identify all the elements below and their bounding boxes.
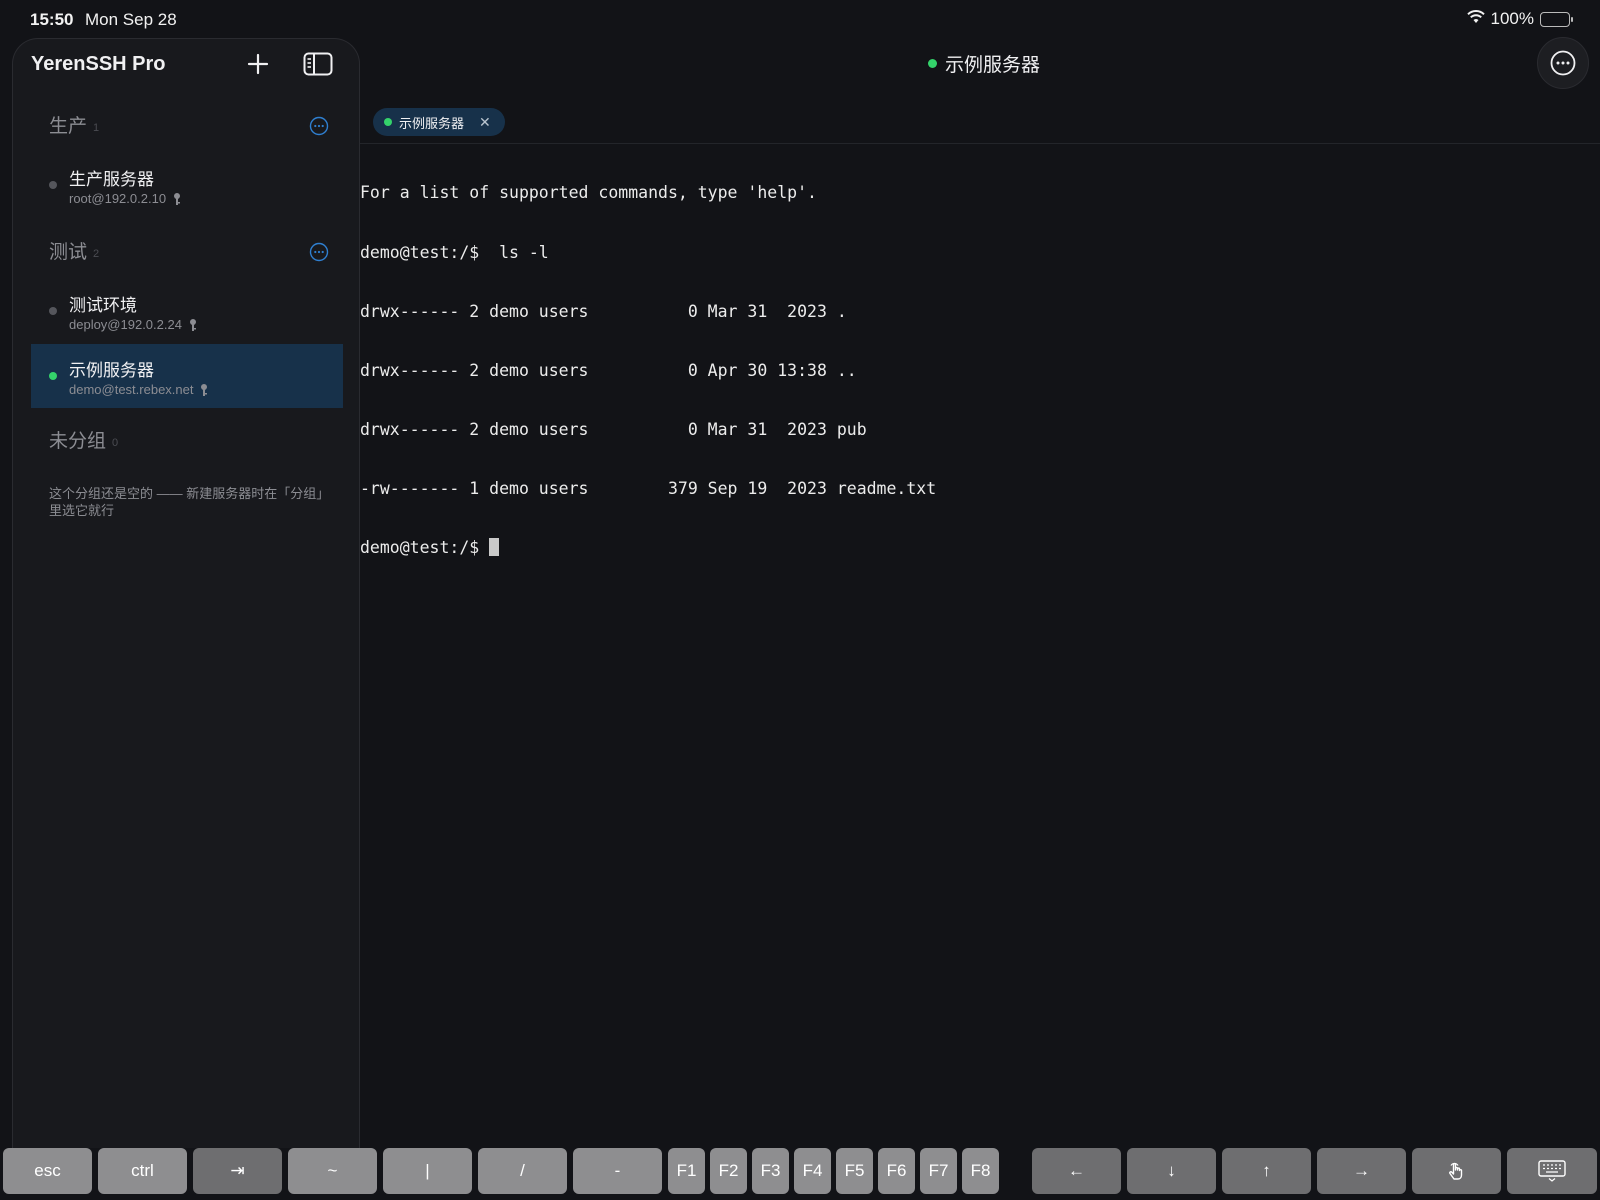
key-icon: [201, 383, 208, 396]
group-header-testing[interactable]: 测试 2: [49, 237, 329, 267]
key-arrow-left[interactable]: ←: [1032, 1148, 1121, 1194]
status-dot: [49, 307, 57, 315]
close-icon[interactable]: ✕: [479, 114, 491, 131]
group-count: 1: [93, 121, 100, 134]
key-f1[interactable]: F1: [668, 1148, 705, 1194]
server-item-selected[interactable]: 示例服务器 demo@test.rebex.net: [31, 344, 343, 408]
empty-group-note: 这个分组还是空的 —— 新建服务器时在「分组」里选它就行: [49, 486, 323, 518]
group-more-icon[interactable]: [309, 242, 329, 262]
terminal-prompt-line: demo@test:/$: [360, 537, 1600, 558]
key-ctrl[interactable]: ctrl: [98, 1148, 187, 1194]
group-name: 测试: [49, 242, 88, 263]
key-icon: [174, 192, 181, 205]
server-address: root@192.0.2.10: [69, 191, 167, 206]
group-header-production[interactable]: 生产 1: [49, 111, 329, 141]
app-root: 15:50 Mon Sep 28 100% YerenSSH Pro 生产 1: [0, 0, 1600, 1200]
terminal-line: drwx------ 2 demo users 0 Mar 31 2023 .: [360, 301, 847, 321]
toggle-sidebar-button[interactable]: [301, 49, 335, 79]
server-name: 测试环境: [69, 296, 137, 315]
group-count: 2: [93, 247, 100, 260]
ellipsis-circle-icon: [1550, 50, 1576, 76]
status-bar: 15:50 Mon Sep 28 100%: [0, 0, 1600, 38]
key-f2[interactable]: F2: [710, 1148, 747, 1194]
server-address-row: demo@test.rebex.net: [69, 382, 209, 397]
status-dot-online: [928, 59, 937, 68]
server-address-row: deploy@192.0.2.24: [69, 317, 198, 332]
battery-percent: 100%: [1490, 9, 1534, 28]
server-item[interactable]: 生产服务器 root@192.0.2.10: [31, 153, 343, 217]
sidebar-toggle-icon: [303, 52, 333, 76]
add-server-button[interactable]: [241, 49, 275, 79]
server-name: 生产服务器: [69, 170, 154, 189]
wifi-icon: [1466, 9, 1485, 29]
key-dash[interactable]: -: [573, 1148, 662, 1194]
status-right: 100%: [1466, 9, 1573, 29]
terminal-line: demo@test:/$ ls -l: [360, 242, 549, 262]
group-more-icon[interactable]: [309, 116, 329, 136]
key-tab[interactable]: ⇥: [193, 1148, 282, 1194]
group-header-ungrouped[interactable]: 未分组 0: [49, 426, 329, 456]
group-name: 生产: [49, 116, 88, 137]
key-pipe[interactable]: |: [383, 1148, 472, 1194]
server-address: deploy@192.0.2.24: [69, 317, 182, 332]
hand-pointer-icon: [1448, 1162, 1462, 1180]
status-dot-online: [49, 372, 57, 380]
plus-icon: [247, 53, 269, 75]
key-f6[interactable]: F6: [878, 1148, 915, 1194]
keyboard-icon: [1538, 1160, 1566, 1182]
terminal-line: -rw------- 1 demo users 379 Sep 19 2023 …: [360, 478, 937, 498]
key-f5[interactable]: F5: [836, 1148, 873, 1194]
status-dot-online: [384, 118, 392, 126]
sidebar: YerenSSH Pro 生产 1 生产服务器 root@192.0.2.10: [12, 38, 360, 1148]
group-name: 未分组: [49, 431, 107, 452]
key-arrow-up[interactable]: ↑: [1222, 1148, 1311, 1194]
group-count: 0: [112, 436, 119, 449]
hide-keyboard-button[interactable]: [1507, 1148, 1597, 1194]
terminal-line: For a list of supported commands, type '…: [360, 183, 817, 203]
keyboard-accessory-bar: esc ctrl ⇥ ~ | / - F1 F2 F3 F4 F5 F6 F7 …: [0, 1148, 1600, 1200]
connection-title: 示例服务器: [928, 50, 1040, 77]
sidebar-header: YerenSSH Pro: [13, 39, 359, 89]
terminal-line: drwx------ 2 demo users 0 Mar 31 2023 pu…: [360, 419, 867, 439]
key-arrow-down[interactable]: ↓: [1127, 1148, 1216, 1194]
connection-title-text: 示例服务器: [945, 55, 1041, 76]
key-icon: [189, 318, 196, 331]
terminal-prompt: demo@test:/$: [360, 537, 490, 557]
key-tilde[interactable]: ~: [288, 1148, 377, 1194]
server-item[interactable]: 测试环境 deploy@192.0.2.24: [31, 279, 343, 343]
touch-gesture-button[interactable]: [1412, 1148, 1501, 1194]
more-options-button[interactable]: [1537, 37, 1589, 89]
server-name: 示例服务器: [69, 361, 154, 380]
key-slash[interactable]: /: [478, 1148, 567, 1194]
terminal-line: drwx------ 2 demo users 0 Apr 30 13:38 .…: [360, 360, 857, 380]
key-f4[interactable]: F4: [794, 1148, 831, 1194]
terminal-output[interactable]: For a list of supported commands, type '…: [360, 144, 1600, 1124]
terminal-cursor: [489, 537, 500, 556]
server-address-row: root@192.0.2.10: [69, 191, 182, 206]
server-address: demo@test.rebex.net: [69, 382, 194, 397]
status-dot: [49, 181, 57, 189]
key-f7[interactable]: F7: [920, 1148, 957, 1194]
battery-icon: [1540, 11, 1573, 27]
tab-label: 示例服务器: [399, 115, 465, 131]
key-arrow-right[interactable]: →: [1317, 1148, 1406, 1194]
app-title: YerenSSH Pro: [31, 53, 166, 75]
key-esc[interactable]: esc: [3, 1148, 92, 1194]
status-time: 15:50: [30, 10, 74, 29]
key-f3[interactable]: F3: [752, 1148, 789, 1194]
status-date: Mon Sep 28: [85, 10, 177, 29]
key-f8[interactable]: F8: [962, 1148, 999, 1194]
session-tab[interactable]: 示例服务器 ✕: [373, 108, 505, 136]
